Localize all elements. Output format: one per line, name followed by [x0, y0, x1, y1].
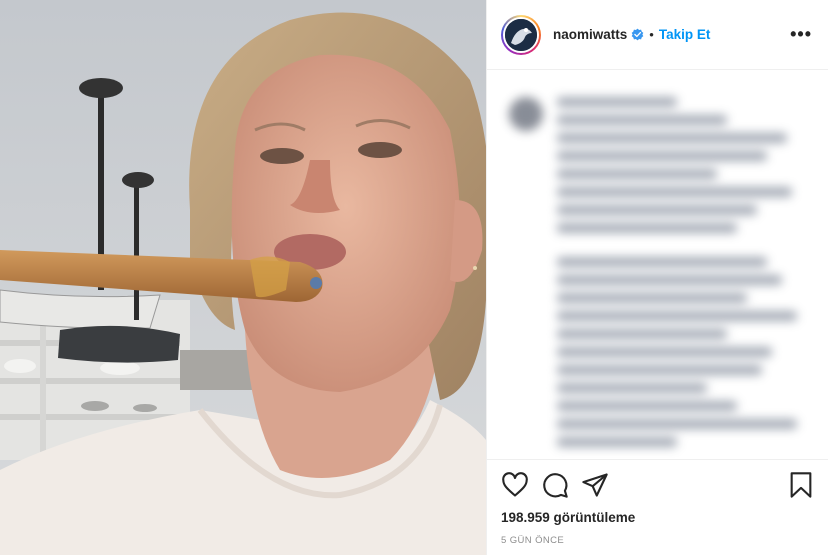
post-header: naomiwatts • Takip Et •••: [487, 0, 828, 70]
post-timestamp[interactable]: 5 GÜN ÖNCE: [501, 535, 815, 546]
username-link[interactable]: naomiwatts: [553, 27, 627, 42]
post-actions: 198.959 görüntüleme 5 GÜN ÖNCE: [487, 459, 828, 555]
video-frame: [0, 0, 486, 555]
comment-icon[interactable]: [541, 471, 569, 499]
blurred-caption: [499, 91, 817, 451]
more-options-icon[interactable]: •••: [790, 24, 812, 45]
avatar[interactable]: [501, 14, 541, 55]
bookmark-icon[interactable]: [787, 471, 815, 499]
separator-dot: •: [649, 27, 654, 42]
instagram-post: naomiwatts • Takip Et ••• 198.959 görünt…: [0, 0, 828, 555]
follow-button[interactable]: Takip Et: [659, 27, 711, 42]
post-video[interactable]: [0, 0, 486, 555]
caption-area-blurred: [487, 71, 828, 459]
avatar-image: [503, 16, 539, 53]
paper-plane-icon[interactable]: [581, 471, 609, 499]
verified-badge-icon: [631, 28, 644, 41]
post-sidebar: naomiwatts • Takip Et ••• 198.959 görünt…: [486, 0, 828, 555]
action-icons: [501, 468, 815, 502]
view-count[interactable]: 198.959 görüntüleme: [501, 510, 815, 525]
heart-icon[interactable]: [501, 471, 529, 499]
